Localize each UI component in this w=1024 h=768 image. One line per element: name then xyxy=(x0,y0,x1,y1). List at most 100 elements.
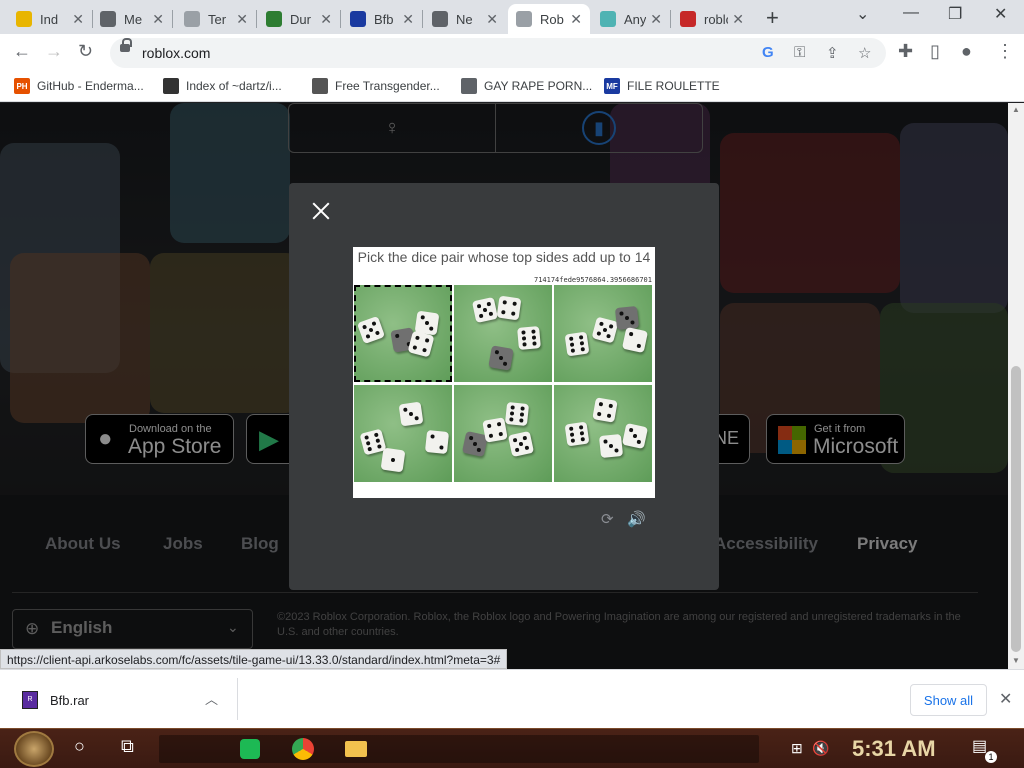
dice-tile-1[interactable] xyxy=(454,285,552,382)
die-pip xyxy=(606,413,612,419)
menu-icon[interactable]: ⋮ xyxy=(996,41,1014,62)
die-pip xyxy=(603,439,608,444)
download-bar: R Bfb.rar ︿ Show all ✕ xyxy=(0,669,1024,728)
close-window-button[interactable]: ✕ xyxy=(994,4,1007,24)
tab-separator xyxy=(422,10,423,28)
lock-icon[interactable] xyxy=(120,38,132,52)
dice-tile-4[interactable] xyxy=(454,385,552,482)
bookmark-item[interactable]: Index of ~dartz/i... xyxy=(163,78,282,94)
close-tab-icon[interactable]: ✕ xyxy=(320,11,332,28)
tab-7[interactable]: Any ✕ xyxy=(592,4,670,34)
die-pip xyxy=(520,406,525,411)
side-panel-icon[interactable]: ▯ xyxy=(930,41,940,62)
close-tab-icon[interactable]: ✕ xyxy=(486,11,498,28)
die xyxy=(621,326,649,354)
bookmark-item[interactable]: Free Transgender... xyxy=(312,78,440,94)
close-tab-icon[interactable]: ✕ xyxy=(152,11,164,28)
captcha-hash: 714174fede9576864.3956686701 xyxy=(533,276,652,284)
close-tab-icon[interactable]: ✕ xyxy=(570,11,582,28)
tab-3[interactable]: Dur ✕ xyxy=(258,4,340,34)
refresh-icon[interactable]: ⟳ xyxy=(601,510,614,528)
file-explorer-icon[interactable] xyxy=(345,741,367,757)
start-button[interactable] xyxy=(14,731,54,767)
roblox-icon xyxy=(516,11,532,27)
scrollbar-thumb[interactable] xyxy=(1011,366,1021,652)
dice-tile-0[interactable] xyxy=(354,285,452,382)
chrome-app-icon[interactable] xyxy=(292,738,314,760)
scroll-up-icon[interactable]: ▲ xyxy=(1012,105,1020,114)
scroll-down-icon[interactable]: ▼ xyxy=(1012,656,1020,665)
forward-button[interactable]: → xyxy=(45,41,63,62)
die-pip xyxy=(403,407,408,413)
tab-1[interactable]: Me ✕ xyxy=(92,4,172,34)
die-pip xyxy=(498,355,504,361)
bookmark-item[interactable]: MF FILE ROULETTE xyxy=(604,78,720,94)
close-tab-icon[interactable]: ✕ xyxy=(72,11,84,28)
cortana-icon[interactable]: ○ xyxy=(74,736,85,757)
dice-tile-5[interactable] xyxy=(554,385,652,482)
die-pip xyxy=(510,405,515,410)
die-pip xyxy=(478,313,484,319)
tab-5[interactable]: Ne ✕ xyxy=(424,4,506,34)
chevron-up-icon[interactable]: ︿ xyxy=(205,689,218,708)
new-tab-button[interactable]: + xyxy=(766,5,779,31)
die-pip xyxy=(368,327,374,333)
reload-button[interactable]: ↻ xyxy=(78,41,93,62)
die-pip xyxy=(468,435,474,441)
profile-icon[interactable]: ● xyxy=(961,41,972,62)
tab-4[interactable]: Bfb ✕ xyxy=(342,4,422,34)
envelope-icon xyxy=(184,11,200,27)
taskbar-clock[interactable]: 5:31 AM xyxy=(852,736,936,762)
die-pip xyxy=(532,341,537,346)
tab-6[interactable]: Rob ✕ xyxy=(508,4,590,34)
tab-0[interactable]: Ind ✕ xyxy=(8,4,92,34)
die-pip xyxy=(374,330,380,336)
address-bar[interactable]: roblox.com G ⚿ ⇪ ☆ xyxy=(110,38,886,68)
n-logo-icon xyxy=(680,11,696,27)
die-pip xyxy=(509,417,514,422)
die xyxy=(564,331,590,357)
network-icon[interactable]: ⊞ xyxy=(791,740,803,757)
bookmark-item[interactable]: PH GitHub - Enderma... xyxy=(14,78,144,94)
die-pip xyxy=(415,335,420,341)
die-pip xyxy=(598,401,604,407)
restore-button[interactable]: ❐ xyxy=(948,4,962,24)
mascot-icon xyxy=(312,78,328,94)
key-icon[interactable]: ⚿ xyxy=(794,44,805,61)
die-pip xyxy=(599,321,604,327)
bookmark-item[interactable]: GAY RAPE PORN... xyxy=(461,78,592,94)
die-pip xyxy=(501,309,506,315)
extensions-icon[interactable]: ✚ xyxy=(898,41,913,62)
google-icon[interactable]: G xyxy=(762,44,774,61)
dice-tile-3[interactable] xyxy=(354,385,452,482)
dice-tile-2[interactable] xyxy=(554,285,652,382)
task-view-icon[interactable]: ⧉ xyxy=(121,736,134,757)
close-tab-icon[interactable]: ✕ xyxy=(402,11,414,28)
download-item[interactable]: R Bfb.rar xyxy=(22,691,89,709)
close-tab-icon[interactable]: ✕ xyxy=(732,11,744,28)
die-pip xyxy=(521,336,527,341)
show-all-button[interactable]: Show all xyxy=(910,684,987,716)
close-icon[interactable] xyxy=(311,201,331,221)
audio-icon[interactable]: 🔊 xyxy=(627,510,646,528)
die-pip xyxy=(424,320,430,326)
close-tab-icon[interactable]: ✕ xyxy=(650,11,662,28)
die xyxy=(564,421,590,447)
close-tab-icon[interactable]: ✕ xyxy=(236,11,248,28)
share-icon[interactable]: ⇪ xyxy=(826,44,839,62)
dice-tile-grid xyxy=(354,285,654,483)
close-download-bar-icon[interactable]: ✕ xyxy=(999,689,1012,709)
star-icon[interactable]: ☆ xyxy=(858,44,871,62)
back-button[interactable]: ← xyxy=(13,41,31,62)
captcha-challenge: Pick the dice pair whose top sides add u… xyxy=(353,247,655,498)
notes-app-icon[interactable] xyxy=(240,739,260,759)
minimize-button[interactable]: — xyxy=(903,4,919,22)
die-pip xyxy=(614,448,619,453)
page-scrollbar[interactable]: ▲ ▼ xyxy=(1008,103,1024,669)
die xyxy=(504,401,530,427)
tab-2[interactable]: Ter ✕ xyxy=(176,4,256,34)
tab-8[interactable]: roblox✕ xyxy=(672,4,752,34)
tab-search-icon[interactable]: ⌄ xyxy=(856,4,869,24)
volume-muted-icon[interactable]: 🔇 xyxy=(812,740,829,757)
die-pip xyxy=(422,347,427,353)
